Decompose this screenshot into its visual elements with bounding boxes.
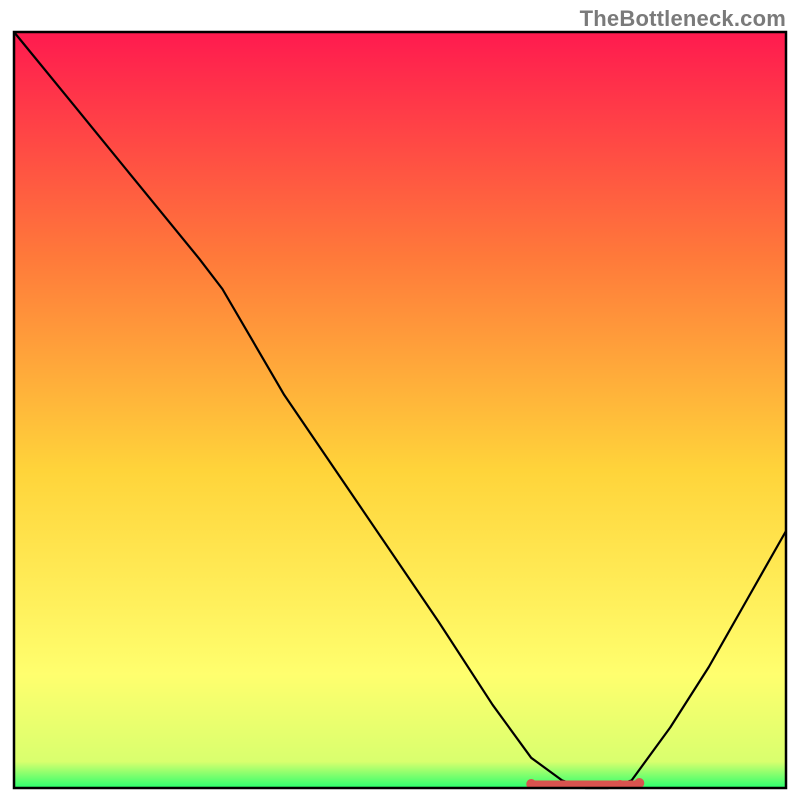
chart-svg [12,30,788,790]
watermark-text: TheBottleneck.com [580,6,786,32]
chart-background [14,32,786,788]
chart-container [12,30,788,790]
